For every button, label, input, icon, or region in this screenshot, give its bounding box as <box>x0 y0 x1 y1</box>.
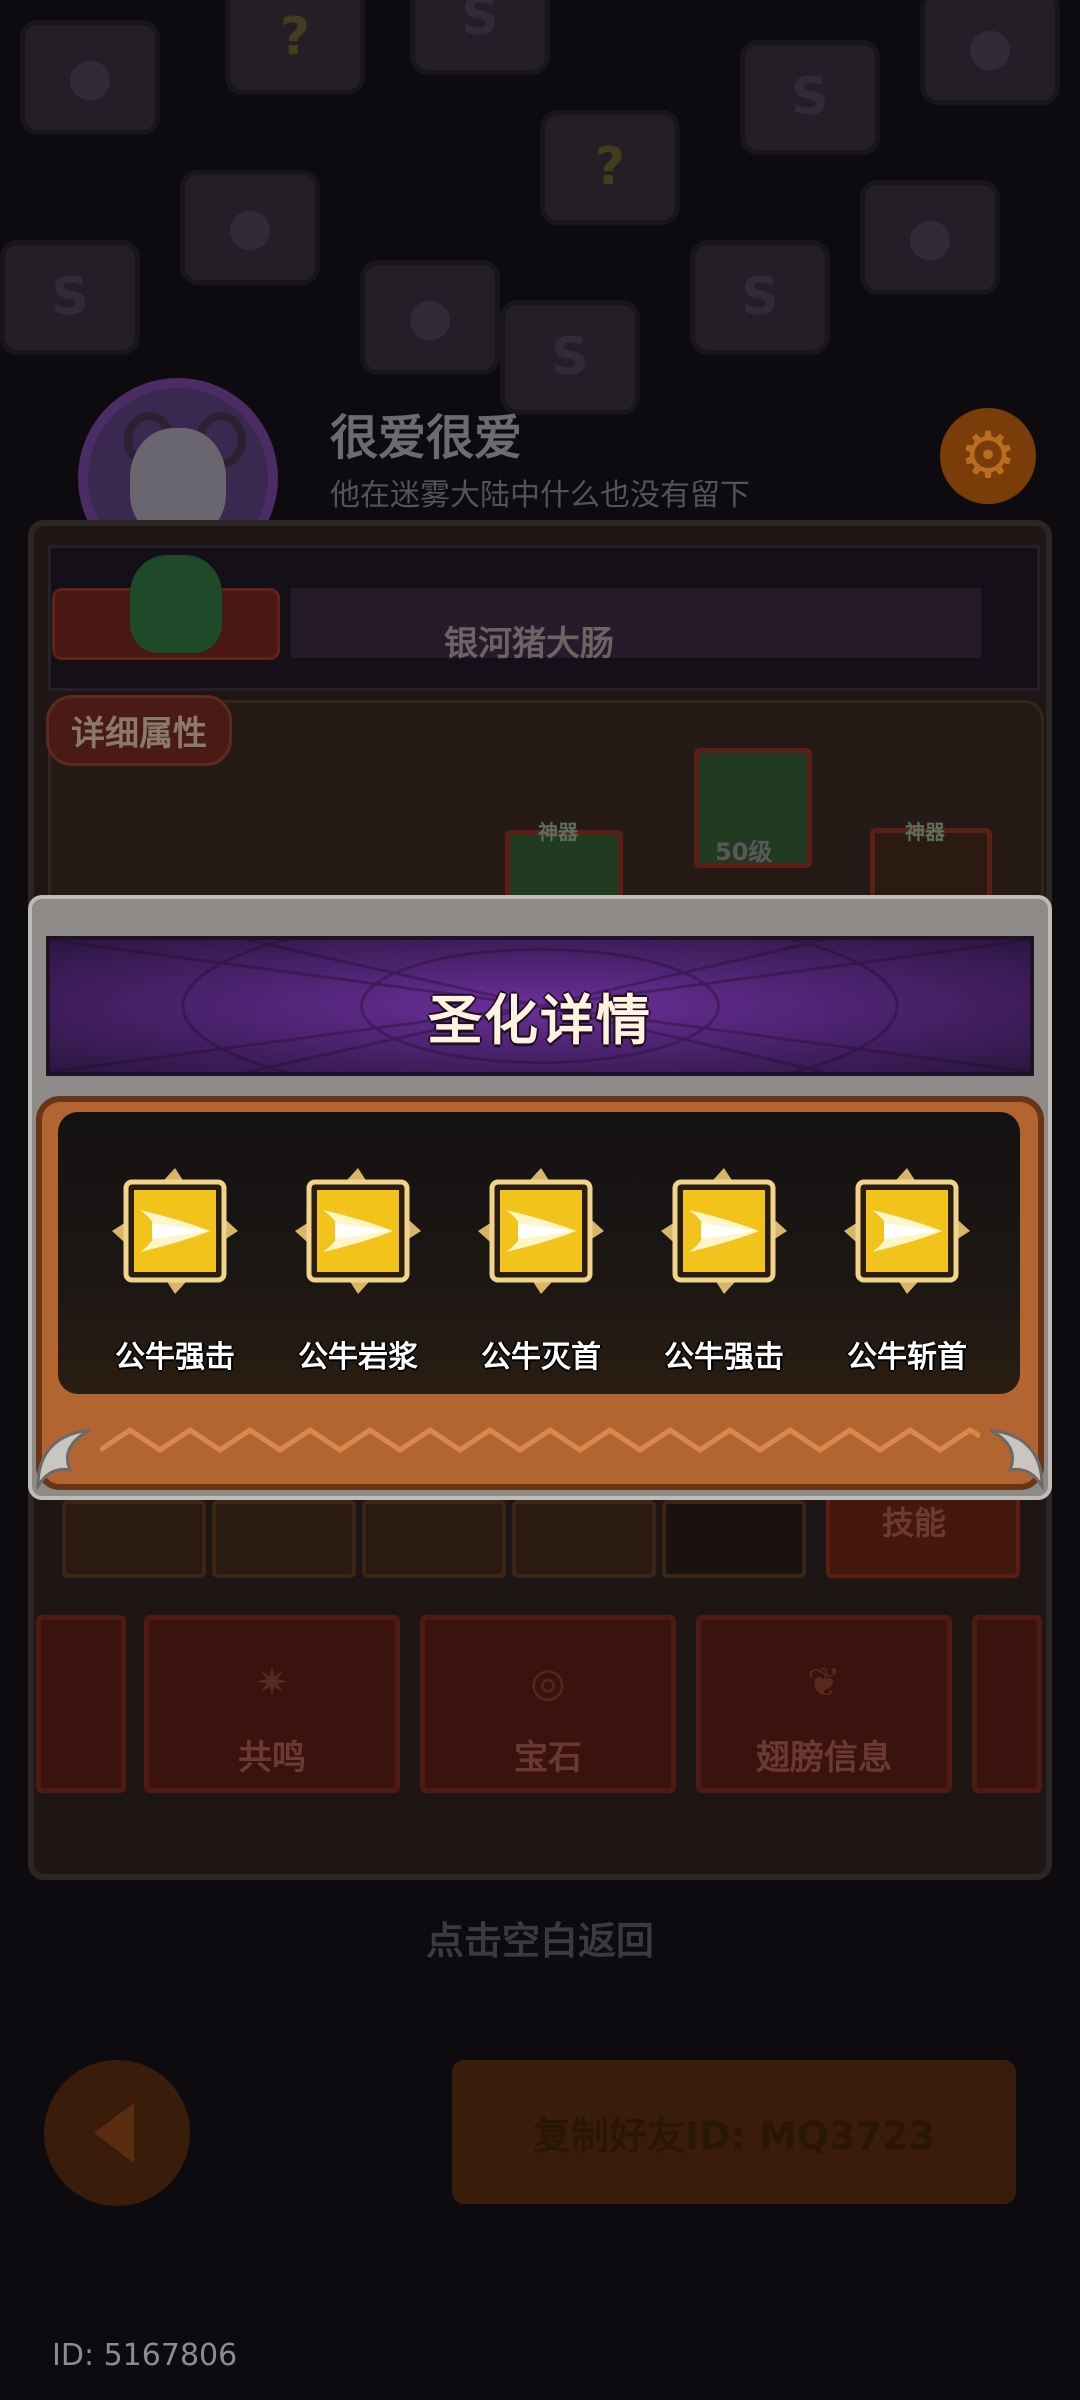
wing-info-button[interactable]: ❦ 翅膀信息 <box>696 1615 952 1793</box>
skill-slot[interactable] <box>62 1500 206 1578</box>
back-button[interactable] <box>44 2060 190 2206</box>
chest-icon: ● <box>20 20 160 135</box>
dismiss-hint[interactable]: 点击空白返回 <box>0 1910 1080 1965</box>
resonance-icon: ✷ <box>255 1660 289 1706</box>
slot-tag: 神器 <box>538 820 578 844</box>
chest-icon: ● <box>920 0 1060 105</box>
copy-friend-id-button[interactable]: 复制好友ID: MQ3723 <box>452 2060 1016 2204</box>
player-bio: 他在迷雾大陆中什么也没有留下 <box>330 478 750 513</box>
golden-slash-icon <box>295 1168 421 1294</box>
menu-button-partial[interactable] <box>972 1615 1042 1793</box>
chest-icon: ● <box>360 260 500 375</box>
skill-name: 公牛斩首 <box>847 1340 967 1375</box>
back-arrow-icon <box>94 2103 134 2163</box>
sanctify-skill[interactable]: 公牛强击 <box>649 1160 799 1380</box>
skill-slot[interactable] <box>362 1500 506 1578</box>
sanctify-skill[interactable]: 公牛强击 <box>100 1160 250 1380</box>
skill-slot[interactable] <box>212 1500 356 1578</box>
slot-tag: 神器 <box>905 820 945 844</box>
chest-icon: ? <box>225 0 365 95</box>
chest-icon: S <box>690 240 830 355</box>
chest-icon: ● <box>860 180 1000 295</box>
pet-icon <box>130 555 222 653</box>
attribute-tab[interactable]: 详细属性 <box>46 695 232 766</box>
zigzag-pattern <box>100 1426 980 1454</box>
skill-slot[interactable] <box>512 1500 656 1578</box>
skill-slot[interactable] <box>662 1500 806 1578</box>
corner-ornament-icon <box>36 1428 91 1492</box>
skills-tab[interactable]: 技能 <box>826 1490 1020 1578</box>
character-title: 银河猪大肠 <box>444 624 614 664</box>
slot-level: 50级 <box>715 838 773 866</box>
sanctify-skill[interactable]: 公牛斩首 <box>832 1160 982 1380</box>
chest-icon: ● <box>180 170 320 285</box>
golden-slash-icon <box>661 1168 787 1294</box>
skill-name: 公牛岩浆 <box>298 1340 418 1375</box>
corner-ornament-icon <box>989 1428 1044 1492</box>
modal-header: 圣化详情 <box>46 936 1034 1076</box>
user-id: ID: 5167806 <box>52 2338 238 2373</box>
skill-name: 公牛灭首 <box>481 1340 601 1375</box>
chest-icon: S <box>740 40 880 155</box>
resonance-button[interactable]: ✷ 共鸣 <box>144 1615 400 1793</box>
chest-icon: S <box>0 240 140 355</box>
menu-button-partial[interactable] <box>36 1615 126 1793</box>
sanctify-skill[interactable]: 公牛灭首 <box>466 1160 616 1380</box>
gem-icon: ◎ <box>530 1660 566 1706</box>
skill-name: 公牛强击 <box>115 1340 235 1375</box>
modal-title: 圣化详情 <box>428 989 652 1052</box>
gem-button[interactable]: ◎ 宝石 <box>420 1615 676 1793</box>
skill-name: 公牛强击 <box>664 1340 784 1375</box>
settings-button[interactable]: ⚙ <box>940 408 1036 504</box>
wing-icon: ❦ <box>807 1660 841 1706</box>
gear-icon: ⚙ <box>959 419 1017 493</box>
chest-icon: ? <box>540 110 680 225</box>
golden-slash-icon <box>478 1168 604 1294</box>
golden-slash-icon <box>112 1168 238 1294</box>
golden-slash-icon <box>844 1168 970 1294</box>
player-name: 很爱很爱 <box>330 410 523 466</box>
chest-icon: S <box>410 0 550 75</box>
sanctify-skill[interactable]: 公牛岩浆 <box>283 1160 433 1380</box>
